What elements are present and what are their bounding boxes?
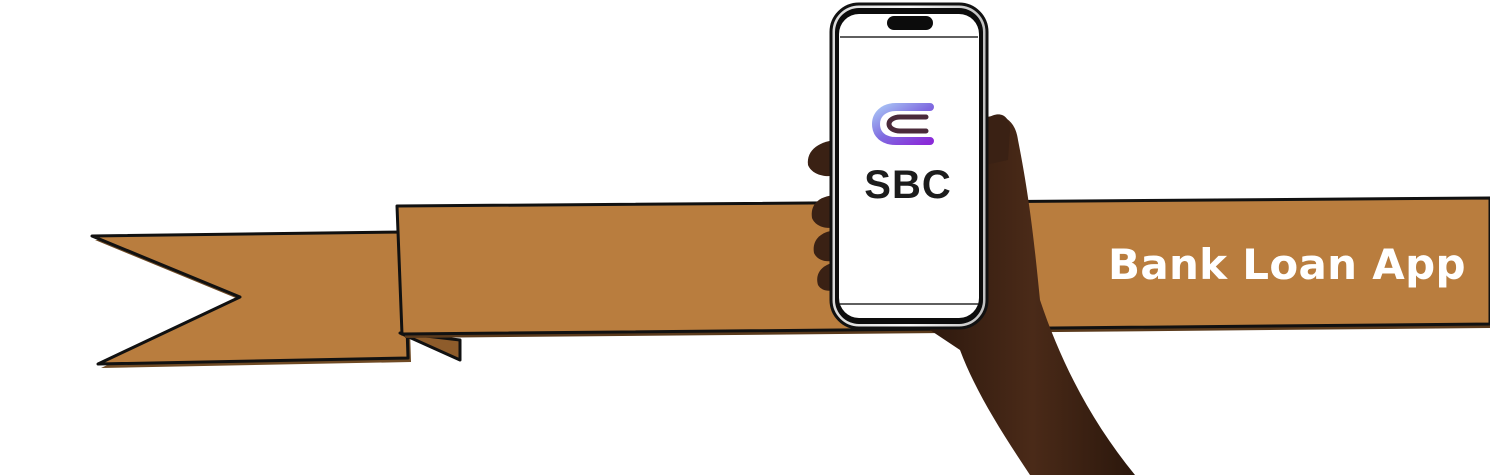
ribbon-left-tail (90, 230, 411, 368)
dynamic-island (887, 16, 933, 30)
banner-title: Bank Loan App (1108, 240, 1466, 289)
banner-graphic: SBC Bank Loan App (0, 0, 1490, 475)
illustration (90, 2, 1490, 475)
brand-name: SBC (864, 163, 952, 207)
